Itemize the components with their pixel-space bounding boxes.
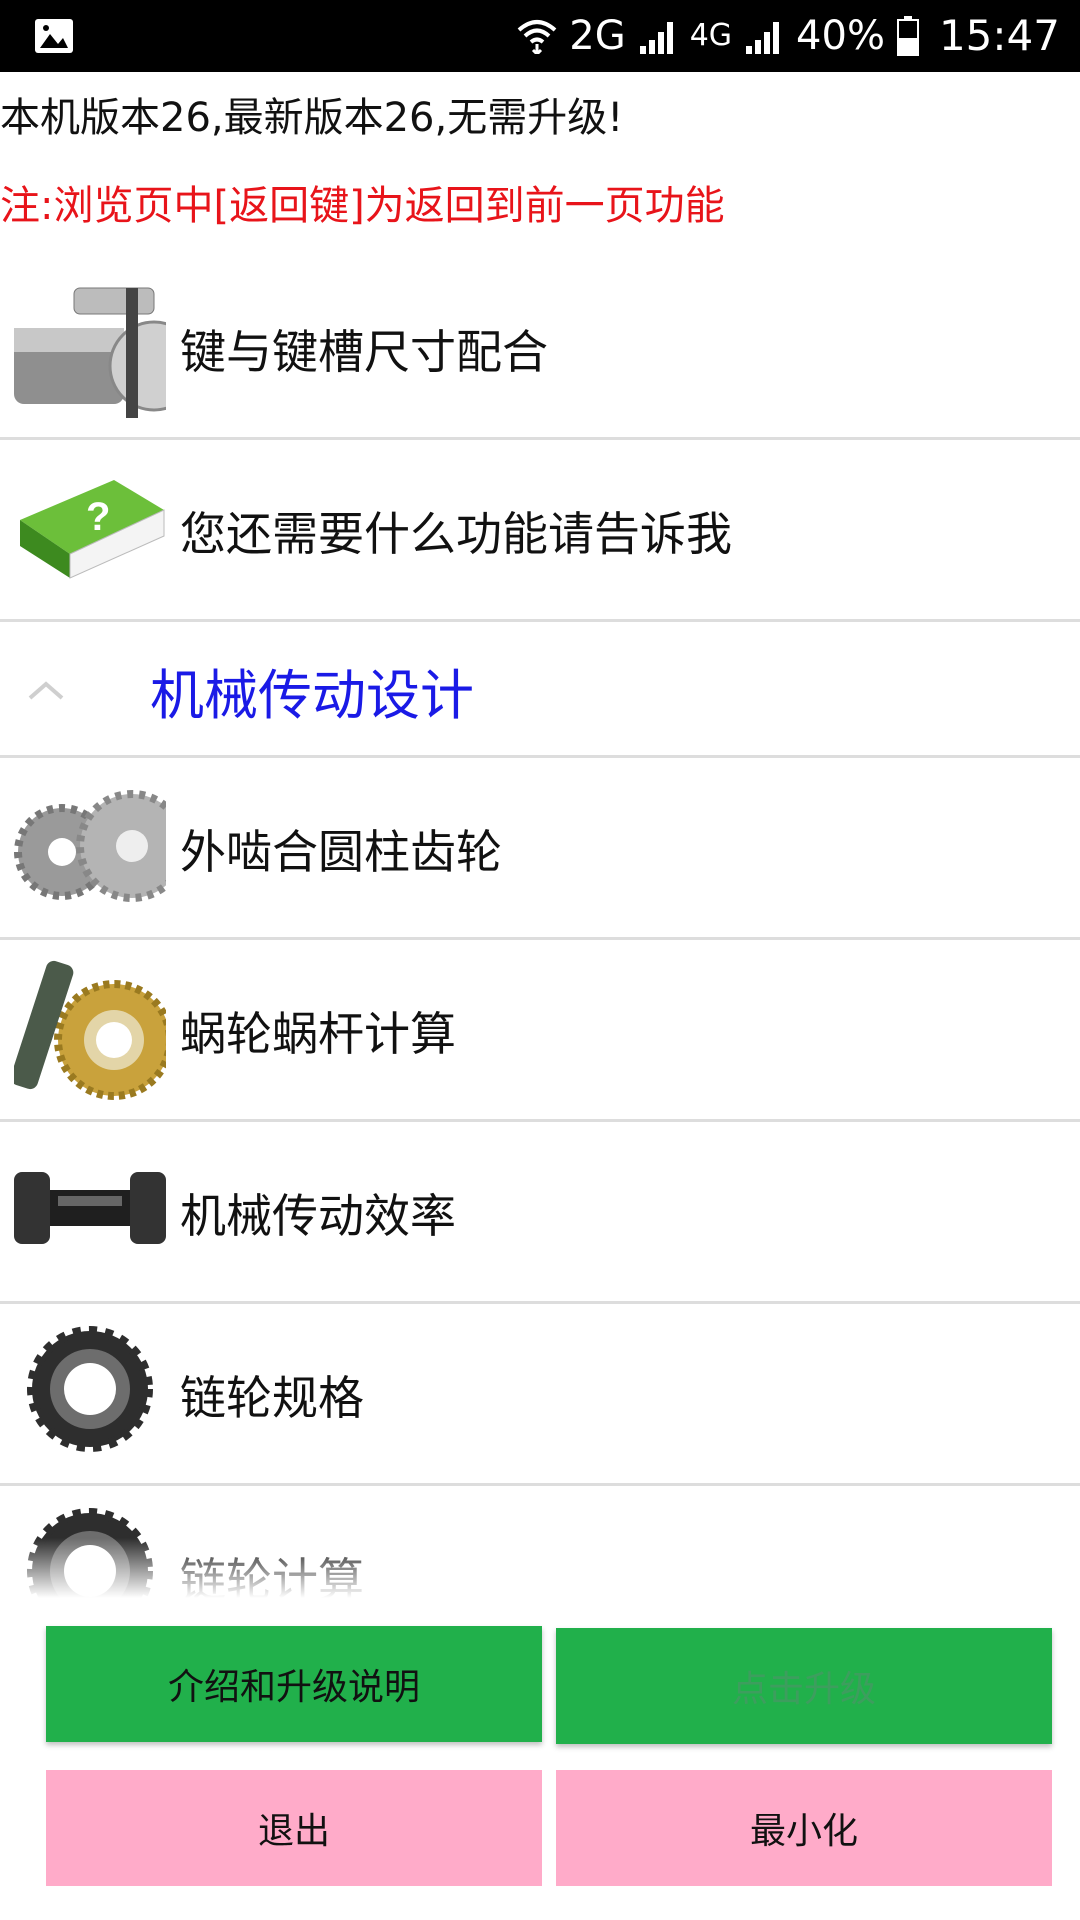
list-item-label: 链轮规格 [180,1371,364,1425]
status-indicators: 2G 4G 40% 15:47 [517,0,1060,72]
help-book-icon: ? [20,480,165,579]
group-header-mechanical-transmission[interactable]: 机械传动设计 [0,622,1080,758]
sprocket-icon [27,1326,153,1452]
group-title: 机械传动设计 [150,663,474,727]
list-item-spur-gears[interactable]: 外啮合圆柱齿轮 [0,758,1080,940]
list-fade-overlay [0,1538,1080,1598]
exit-button[interactable]: 退出 [46,1770,542,1886]
status-bar: 2G 4G 40% 15:47 [0,0,1080,72]
battery-icon [896,16,919,56]
back-key-note: 注:浏览页中[返回键]为返回到前一页功能 [0,183,725,229]
list-item-label: 蜗轮蜗杆计算 [180,1007,456,1061]
intro-upgrade-info-button[interactable]: 介绍和升级说明 [46,1626,542,1742]
list-item-label: 您还需要什么功能请告诉我 [180,507,732,561]
wifi-icon [517,20,557,54]
list-item-label: 键与键槽尺寸配合 [180,325,548,379]
chevron-up-icon [28,681,64,700]
function-list[interactable]: 键与键槽尺寸配合 ? 您还需要什么功能请告诉我 机械传动设计 外啮合圆柱齿轮 蜗… [0,258,1080,1598]
list-item-feedback[interactable]: ? 您还需要什么功能请告诉我 [0,440,1080,622]
signal-icon [639,22,673,54]
list-item-label: 机械传动效率 [180,1189,456,1243]
drive-shaft-icon [14,1172,166,1244]
image-icon [35,19,73,53]
list-item-sprocket-spec[interactable]: 链轮规格 [0,1304,1080,1486]
list-item-transmission-efficiency[interactable]: 机械传动效率 [0,1122,1080,1304]
key-shaft-icon [14,268,166,418]
battery-percent: 40% [796,13,885,59]
svg-text:?: ? [86,495,110,539]
signal-icon [746,22,780,54]
spur-gears-icon [14,790,166,902]
list-item-label: 外啮合圆柱齿轮 [180,825,502,879]
list-item-key-keyway[interactable]: 键与键槽尺寸配合 [0,258,1080,440]
upgrade-button[interactable]: 点击升级 [556,1628,1052,1744]
network-2g-label: 2G [569,13,626,59]
clock: 15:47 [938,11,1060,60]
version-status-text: 本机版本26,最新版本26,无需升级! [0,95,624,141]
network-4g-label: 4G [689,18,733,53]
list-item-worm-gear[interactable]: 蜗轮蜗杆计算 [0,940,1080,1122]
minimize-button[interactable]: 最小化 [556,1770,1052,1886]
worm-gear-icon [14,960,166,1100]
